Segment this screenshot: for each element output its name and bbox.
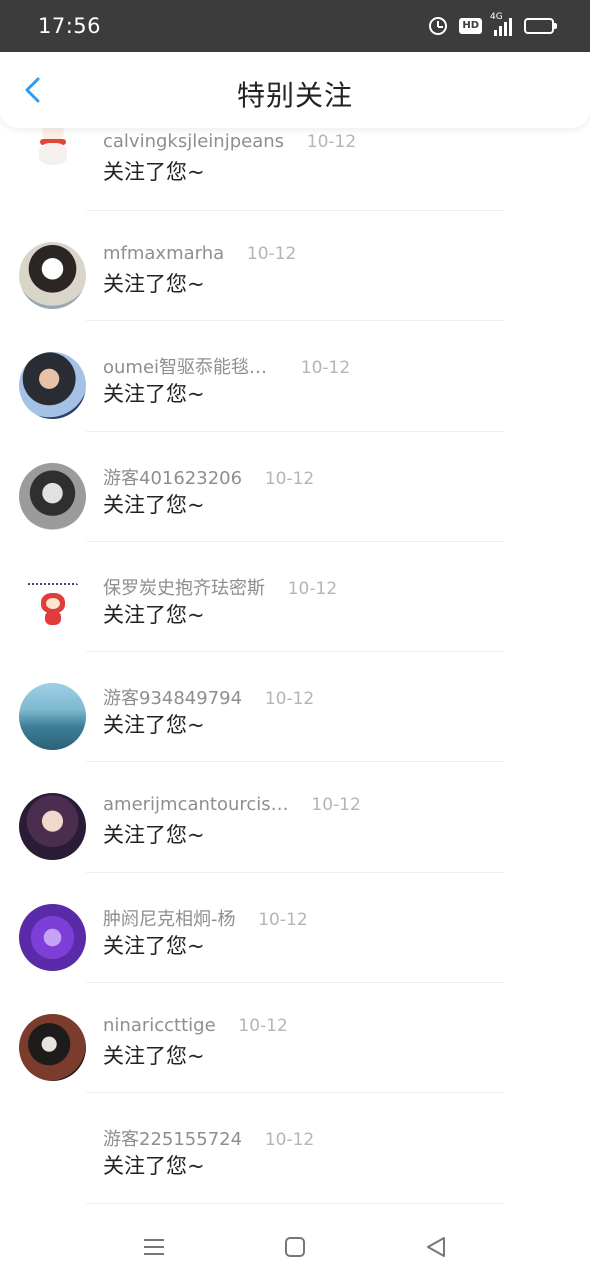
avatar[interactable] bbox=[19, 1014, 86, 1082]
avatar[interactable] bbox=[19, 793, 86, 861]
follow-list: calvingksjleinjpeans 10-12 关注了您~ mfmaxma… bbox=[0, 101, 590, 1204]
list-item[interactable]: ninariccttige 10-12 关注了您~ bbox=[0, 983, 590, 1094]
list-item[interactable]: 游客401623206 10-12 关注了您~ bbox=[0, 432, 590, 542]
message: 关注了您~ bbox=[103, 1154, 205, 1179]
username-text: 肿阏尼克相炯-杨 bbox=[103, 908, 236, 930]
message: 关注了您~ bbox=[103, 272, 205, 296]
username-text: 保罗炭史抱齐珐密斯 bbox=[103, 577, 265, 599]
avatar[interactable] bbox=[19, 572, 86, 640]
status-icons: HD 4G bbox=[429, 12, 557, 37]
date: 10-12 bbox=[258, 909, 308, 930]
home-square-icon bbox=[285, 1237, 305, 1257]
system-nav-bar bbox=[0, 1212, 590, 1280]
date: 10-12 bbox=[238, 1016, 288, 1037]
date: 10-12 bbox=[287, 578, 338, 599]
username-text: 游客225155724 bbox=[103, 1129, 243, 1151]
username-text: amerijmcantourcis… bbox=[103, 794, 289, 816]
avatar[interactable] bbox=[19, 903, 86, 971]
list-item[interactable]: 保罗炭史抱齐珐密斯 10-12 关注了您~ bbox=[0, 542, 590, 653]
cartoon-avatar-image bbox=[19, 573, 86, 640]
username: 保罗炭史抱齐珐密斯 10-12 bbox=[103, 574, 337, 600]
username-text: ninariccttige bbox=[103, 1015, 216, 1037]
message: 关注了您~ bbox=[103, 933, 205, 958]
username: ninariccttige 10-12 bbox=[103, 1015, 288, 1036]
avatar[interactable] bbox=[19, 462, 86, 530]
username-text: oumei智驱忝能毯… bbox=[103, 357, 268, 379]
date: 10-12 bbox=[264, 468, 315, 489]
message: 关注了您~ bbox=[103, 1044, 205, 1069]
username-text: 游客934849794 bbox=[103, 688, 243, 710]
list-item[interactable]: oumei智驱忝能毯… 10-12 关注了您~ bbox=[0, 321, 590, 432]
menu-icon bbox=[144, 1239, 164, 1255]
avatar[interactable] bbox=[19, 1124, 86, 1191]
message: 关注了您~ bbox=[103, 602, 205, 627]
network-type-label: 4G bbox=[490, 12, 503, 22]
username: 游客225155724 10-12 bbox=[103, 1125, 314, 1151]
username: 游客401623206 10-12 bbox=[103, 464, 314, 490]
username-text: mfmaxmarha bbox=[103, 243, 225, 264]
username: 肿阏尼克相炯-杨 10-12 bbox=[103, 905, 308, 931]
date: 10-12 bbox=[246, 244, 297, 264]
username: calvingksjleinjpeans 10-12 bbox=[103, 131, 356, 152]
header: 特别关注 bbox=[0, 52, 590, 128]
list-item[interactable]: 游客934849794 10-12 关注了您~ bbox=[0, 652, 590, 763]
list-item[interactable]: amerijmcantourcis… 10-12 关注了您~ bbox=[0, 762, 590, 873]
status-bar: 17:56 HD 4G bbox=[0, 0, 590, 52]
hd-icon: HD bbox=[459, 18, 482, 34]
date: 10-12 bbox=[306, 132, 357, 152]
username: mfmaxmarha 10-12 bbox=[103, 243, 296, 264]
avatar[interactable] bbox=[19, 683, 86, 751]
back-triangle-icon bbox=[427, 1237, 445, 1257]
menu-button[interactable] bbox=[139, 1232, 169, 1262]
home-button[interactable] bbox=[280, 1232, 310, 1262]
status-time: 17:56 bbox=[38, 14, 102, 38]
battery-icon bbox=[524, 18, 557, 34]
list-item[interactable]: mfmaxmarha 10-12 关注了您~ bbox=[0, 211, 590, 322]
divider bbox=[86, 1202, 504, 1204]
list-item[interactable]: 肿阏尼克相炯-杨 10-12 关注了您~ bbox=[0, 873, 590, 984]
signal-icon: 4G bbox=[490, 12, 512, 36]
list-item[interactable]: 游客225155724 10-12 关注了您~ bbox=[0, 1093, 590, 1204]
message: 关注了您~ bbox=[103, 160, 205, 184]
username: 游客934849794 10-12 bbox=[103, 684, 314, 710]
message: 关注了您~ bbox=[103, 713, 205, 738]
back-nav-button[interactable] bbox=[421, 1232, 451, 1262]
message: 关注了您~ bbox=[103, 492, 205, 517]
username-text: calvingksjleinjpeans bbox=[103, 131, 285, 152]
message: 关注了您~ bbox=[103, 382, 205, 407]
date: 10-12 bbox=[300, 358, 351, 379]
avatar[interactable] bbox=[19, 242, 86, 309]
username-text: 游客401623206 bbox=[103, 467, 243, 489]
alarm-icon bbox=[429, 17, 448, 35]
page-title: 特别关注 bbox=[236, 79, 353, 112]
message: 关注了您~ bbox=[103, 823, 205, 848]
date: 10-12 bbox=[311, 795, 361, 816]
date: 10-12 bbox=[264, 1130, 315, 1151]
avatar[interactable] bbox=[19, 352, 86, 420]
username: amerijmcantourcis… 10-12 bbox=[103, 794, 361, 815]
date: 10-12 bbox=[264, 689, 315, 710]
username: oumei智驱忝能毯… 10-12 bbox=[103, 353, 350, 379]
